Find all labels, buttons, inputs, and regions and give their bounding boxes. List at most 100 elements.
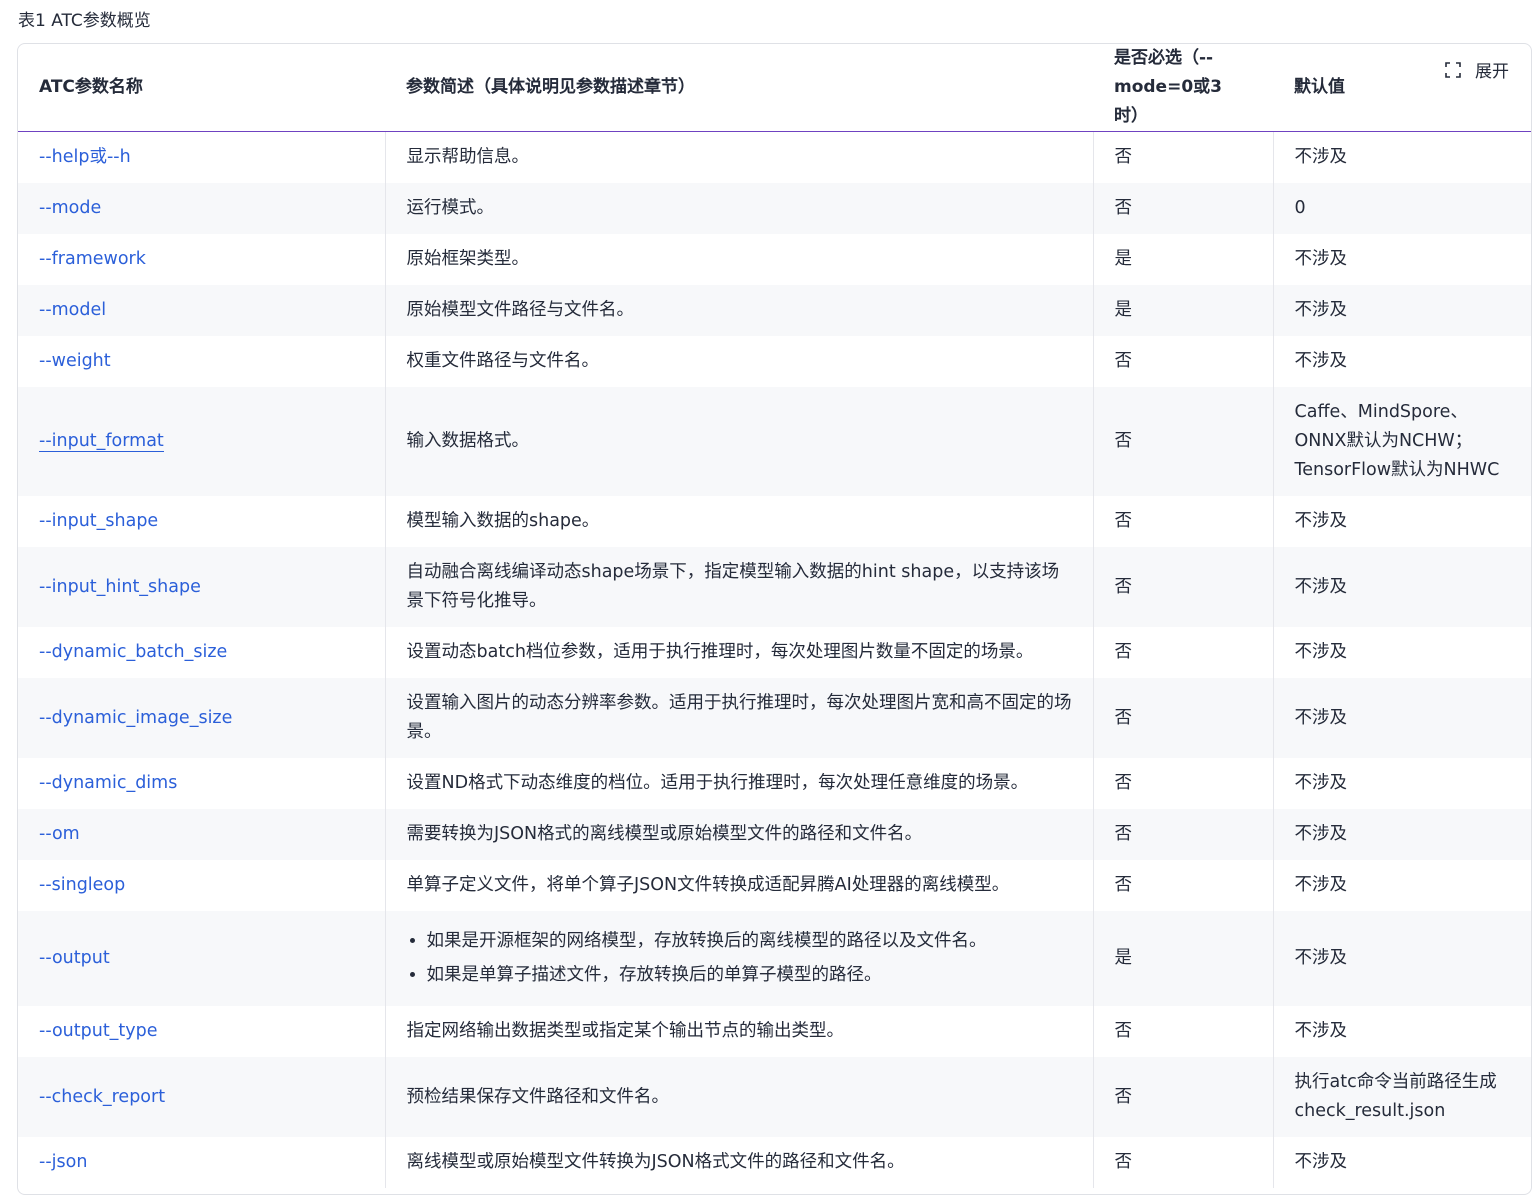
param-link[interactable]: --input_format — [39, 431, 164, 452]
table-row: --dynamic_dims 设置ND格式下动态维度的档位。适用于执行推理时，每次… — [18, 758, 1531, 809]
table-row: --model 原始模型文件路径与文件名。是不涉及 — [18, 285, 1531, 336]
param-default-cell: 不涉及 — [1273, 336, 1531, 387]
param-name-cell: --mode — [18, 183, 386, 234]
table-row: --dynamic_batch_size 设置动态batch档位参数，适用于执行推… — [18, 627, 1531, 678]
table-row: --singleop 单算子定义文件，将单个算子JSON文件转换成适配昇腾AI处理… — [18, 860, 1531, 911]
param-default-cell: 不涉及 — [1273, 234, 1531, 285]
param-required-cell: 否 — [1093, 387, 1274, 496]
param-desc-cell: 单算子定义文件，将单个算子JSON文件转换成适配昇腾AI处理器的离线模型。 — [385, 860, 1094, 911]
param-name-cell: --output — [18, 911, 386, 1006]
table-row: --input_hint_shape 自动融合离线编译动态shape场景下，指定模… — [18, 547, 1531, 627]
table-row: --input_shape 模型输入数据的shape。否不涉及 — [18, 496, 1531, 547]
param-link[interactable]: --check_report — [39, 1087, 165, 1107]
param-name-cell: --weight — [18, 336, 386, 387]
param-name-cell: --json — [18, 1137, 386, 1188]
param-link[interactable]: --weight — [39, 351, 111, 371]
table-row: --output_type 指定网络输出数据类型或指定某个输出节点的输出类型。否不… — [18, 1006, 1531, 1057]
param-default-cell: 不涉及 — [1273, 860, 1531, 911]
table-row: --om 需要转换为JSON格式的离线模型或原始模型文件的路径和文件名。否不涉及 — [18, 809, 1531, 860]
param-default-cell: Caffe、MindSpore、ONNX默认为NCHW；TensorFlow默认… — [1273, 387, 1531, 496]
param-default-cell: 不涉及 — [1273, 911, 1531, 1006]
param-required-cell: 否 — [1093, 1137, 1274, 1188]
param-name-cell: --input_shape — [18, 496, 386, 547]
param-name-cell: --dynamic_image_size — [18, 678, 386, 758]
param-desc-list: 如果是开源框架的网络模型，存放转换后的离线模型的路径以及文件名。如果是单算子描述… — [407, 927, 1072, 990]
table-row: --output 如果是开源框架的网络模型，存放转换后的离线模型的路径以及文件名。… — [18, 911, 1531, 1006]
param-desc-cell: 自动融合离线编译动态shape场景下，指定模型输入数据的hint shape，以… — [385, 547, 1094, 627]
param-desc-cell: 输入数据格式。 — [385, 387, 1094, 496]
param-name-cell: --input_format — [18, 387, 386, 496]
table-row: --weight 权重文件路径与文件名。否不涉及 — [18, 336, 1531, 387]
param-default-cell: 不涉及 — [1273, 285, 1531, 336]
param-name-cell: --dynamic_batch_size — [18, 627, 386, 678]
param-name-cell: --dynamic_dims — [18, 758, 386, 809]
param-desc-cell: 需要转换为JSON格式的离线模型或原始模型文件的路径和文件名。 — [385, 809, 1094, 860]
param-link[interactable]: --dynamic_image_size — [39, 708, 232, 728]
param-link[interactable]: --input_shape — [39, 511, 158, 531]
param-link[interactable]: --output_type — [39, 1021, 158, 1041]
expand-button[interactable]: 展开 — [1445, 57, 1509, 82]
param-link[interactable]: --mode — [39, 198, 101, 218]
param-default-cell: 不涉及 — [1273, 1137, 1531, 1188]
param-link[interactable]: --singleop — [39, 875, 125, 895]
param-desc-cell: 权重文件路径与文件名。 — [385, 336, 1094, 387]
params-table-card: 展开 ATC参数名称 参数简述（具体说明见参数描述章节） 是否必选（--mode… — [17, 43, 1532, 1195]
param-link[interactable]: --input_hint_shape — [39, 577, 201, 597]
param-required-cell: 否 — [1093, 758, 1274, 809]
param-default-cell: 0 — [1273, 183, 1531, 234]
table-row: --json 离线模型或原始模型文件转换为JSON格式文件的路径和文件名。否不涉及 — [18, 1137, 1531, 1188]
param-desc-cell: 原始框架类型。 — [385, 234, 1094, 285]
param-desc-cell: 显示帮助信息。 — [385, 131, 1094, 183]
header-param-name: ATC参数名称 — [18, 44, 385, 132]
param-desc-cell: 设置动态batch档位参数，适用于执行推理时，每次处理图片数量不固定的场景。 — [385, 627, 1094, 678]
param-required-cell: 否 — [1093, 809, 1274, 860]
header-param-desc: 参数简述（具体说明见参数描述章节） — [385, 44, 1093, 132]
table-row: --input_format 输入数据格式。否 Caffe、MindSpore、ON… — [18, 387, 1531, 496]
param-desc-bullet: 如果是单算子描述文件，存放转换后的单算子模型的路径。 — [427, 961, 1072, 990]
param-desc-cell: 如果是开源框架的网络模型，存放转换后的离线模型的路径以及文件名。如果是单算子描述… — [385, 911, 1094, 1006]
param-required-cell: 否 — [1093, 627, 1274, 678]
param-desc-cell: 指定网络输出数据类型或指定某个输出节点的输出类型。 — [385, 1006, 1094, 1057]
param-name-cell: --om — [18, 809, 386, 860]
param-link[interactable]: --json — [39, 1152, 87, 1172]
table-row: --framework 原始框架类型。是不涉及 — [18, 234, 1531, 285]
param-required-cell: 否 — [1093, 183, 1274, 234]
param-desc-cell: 设置输入图片的动态分辨率参数。适用于执行推理时，每次处理图片宽和高不固定的场景。 — [385, 678, 1094, 758]
param-required-cell: 否 — [1093, 336, 1274, 387]
param-default-cell: 不涉及 — [1273, 627, 1531, 678]
param-required-cell: 是 — [1093, 285, 1274, 336]
param-link[interactable]: --dynamic_batch_size — [39, 642, 227, 662]
table-caption: 表1 ATC参数概览 — [18, 11, 151, 31]
param-name-cell: --model — [18, 285, 386, 336]
param-link[interactable]: --framework — [39, 249, 146, 269]
param-required-cell: 否 — [1093, 547, 1274, 627]
param-link[interactable]: --om — [39, 824, 80, 844]
param-required-cell: 否 — [1093, 131, 1274, 183]
param-name-cell: --framework — [18, 234, 386, 285]
param-required-cell: 否 — [1093, 860, 1274, 911]
param-link[interactable]: --dynamic_dims — [39, 773, 177, 793]
param-required-cell: 否 — [1093, 496, 1274, 547]
param-required-cell: 是 — [1093, 234, 1274, 285]
param-required-cell: 否 — [1093, 678, 1274, 758]
param-default-cell: 不涉及 — [1273, 1006, 1531, 1057]
table-row: --check_report 预检结果保存文件路径和文件名。否执行atc命令当前路… — [18, 1057, 1531, 1137]
param-required-cell: 否 — [1093, 1006, 1274, 1057]
param-default-cell: 执行atc命令当前路径生成check_result.json — [1273, 1057, 1531, 1137]
param-name-cell: --singleop — [18, 860, 386, 911]
params-table: ATC参数名称 参数简述（具体说明见参数描述章节） 是否必选（--mode=0或… — [18, 44, 1531, 1188]
param-link[interactable]: --output — [39, 948, 110, 968]
param-link[interactable]: --model — [39, 300, 106, 320]
param-link[interactable]: --help或--h — [39, 147, 131, 167]
param-desc-bullet: 如果是开源框架的网络模型，存放转换后的离线模型的路径以及文件名。 — [427, 927, 1072, 956]
param-default-cell: 不涉及 — [1273, 547, 1531, 627]
expand-label: 展开 — [1475, 62, 1509, 82]
param-desc-cell: 预检结果保存文件路径和文件名。 — [385, 1057, 1094, 1137]
param-required-cell: 否 — [1093, 1057, 1274, 1137]
param-required-cell: 是 — [1093, 911, 1274, 1006]
param-name-cell: --input_hint_shape — [18, 547, 386, 627]
table-header-row: ATC参数名称 参数简述（具体说明见参数描述章节） 是否必选（--mode=0或… — [18, 44, 1531, 132]
param-desc-cell: 离线模型或原始模型文件转换为JSON格式文件的路径和文件名。 — [385, 1137, 1094, 1188]
table-row: --mode 运行模式。否 0 — [18, 183, 1531, 234]
param-desc-cell: 运行模式。 — [385, 183, 1094, 234]
